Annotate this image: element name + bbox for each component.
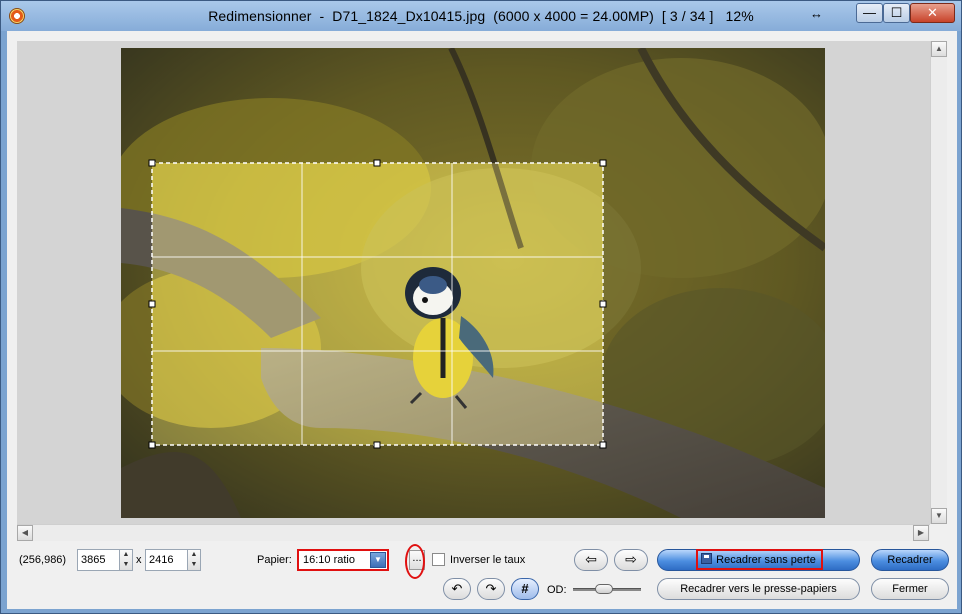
paper-ratio-value: 16:10 ratio (303, 554, 355, 566)
scroll-up-icon[interactable]: ▲ (931, 41, 947, 57)
rotate-right-button[interactable]: ↷ (477, 578, 505, 600)
resize-arrows-icon: ↔ (810, 6, 823, 21)
image-viewport[interactable] (17, 41, 930, 524)
scroll-right-icon[interactable]: ▶ (913, 525, 929, 541)
crop-width-input[interactable] (77, 549, 121, 571)
cursor-coordinates: (256,986) (19, 554, 67, 566)
close-button[interactable]: Fermer (871, 578, 949, 600)
paper-ratio-select[interactable]: 16:10 ratio ▼ (297, 549, 389, 571)
od-slider-thumb[interactable] (595, 584, 613, 594)
scroll-down-icon[interactable]: ▼ (931, 508, 947, 524)
photo-canvas[interactable] (121, 48, 825, 518)
crop-dialog-window: Redimensionner - D71_1824_Dx10415.jpg (6… (0, 0, 962, 614)
title-bar[interactable]: Redimensionner - D71_1824_Dx10415.jpg (6… (1, 1, 961, 31)
spin-up-icon[interactable]: ▲ (188, 550, 200, 560)
minimize-button[interactable]: — (856, 3, 883, 23)
crop-handle-bm (373, 441, 381, 449)
crop-height-input[interactable] (145, 549, 189, 571)
dimension-separator: x (136, 554, 142, 566)
horizontal-scrollbar[interactable]: ◀ ▶ (17, 524, 930, 541)
spin-up-icon[interactable]: ▲ (120, 550, 132, 560)
vertical-scrollbar[interactable]: ▲ ▼ (930, 41, 947, 524)
spin-down-icon[interactable]: ▼ (188, 560, 200, 570)
crop-handle-tl (148, 159, 156, 167)
rotate-left-button[interactable]: ↶ (443, 578, 471, 600)
paper-label: Papier: (257, 554, 292, 566)
close-window-button[interactable]: ✕ (910, 3, 955, 23)
crop-handle-br (599, 441, 607, 449)
crop-to-clipboard-button[interactable]: Recadrer vers le presse-papiers (657, 578, 860, 600)
photo-svg (121, 48, 825, 518)
crop-handle-mr (599, 300, 607, 308)
crop-handle-tm (373, 159, 381, 167)
highlight-box-lossless (696, 549, 823, 570)
crop-handle-tr (599, 159, 607, 167)
previous-image-button[interactable]: ⇦ (574, 549, 608, 571)
invert-ratio-checkbox[interactable] (432, 553, 445, 566)
dialog-client-area: ▲ ▼ ◀ ▶ (256,986) ▲ ▼ x ▲ ▼ Papier: 16:1… (7, 31, 957, 609)
grid-toggle-button[interactable]: # (511, 578, 539, 600)
chevron-down-icon[interactable]: ▼ (370, 552, 386, 568)
crop-button[interactable]: Recadrer (871, 549, 949, 571)
maximize-button[interactable]: ☐ (883, 3, 910, 23)
crop-handle-bl (148, 441, 156, 449)
invert-ratio-label: Inverser le taux (450, 554, 526, 566)
crop-handle-ml (148, 300, 156, 308)
crop-region[interactable] (152, 163, 603, 445)
od-label: OD: (547, 584, 567, 596)
height-spinner[interactable]: ▲ ▼ (187, 549, 201, 571)
width-spinner[interactable]: ▲ ▼ (119, 549, 133, 571)
highlight-oval (405, 544, 425, 579)
scroll-left-icon[interactable]: ◀ (17, 525, 33, 541)
next-image-button[interactable]: ⇨ (614, 549, 648, 571)
spin-down-icon[interactable]: ▼ (120, 560, 132, 570)
